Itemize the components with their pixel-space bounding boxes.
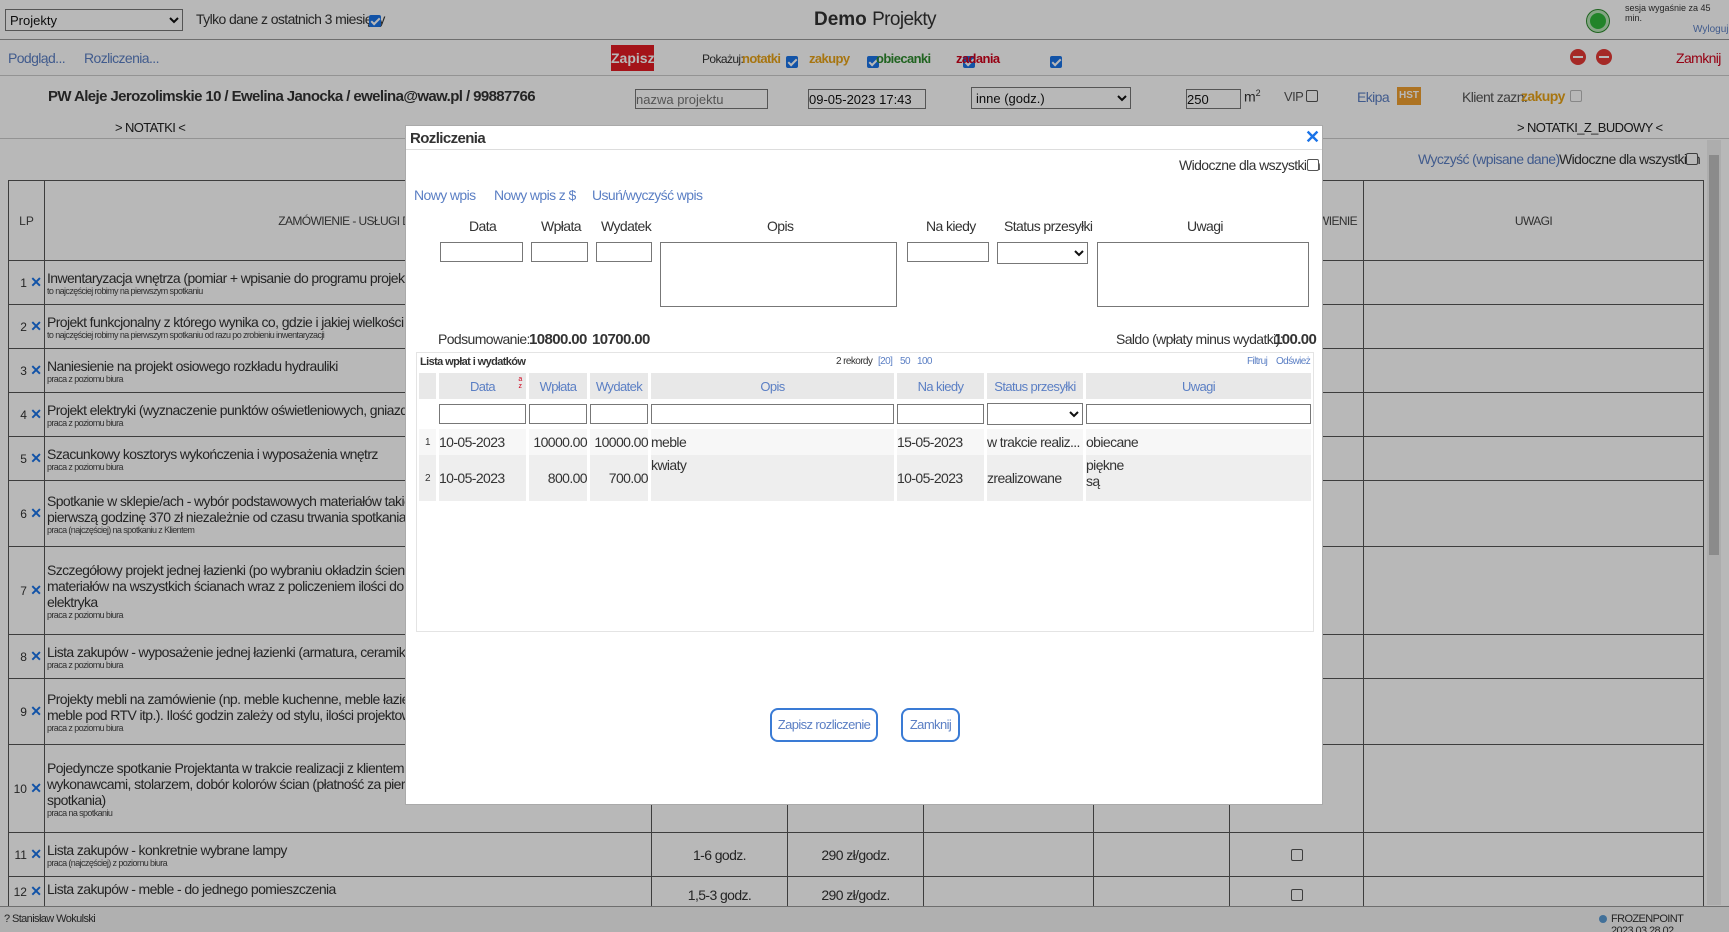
sort-az-icon[interactable]: a z bbox=[517, 376, 523, 390]
saldo-value: 100.00 bbox=[1274, 331, 1317, 348]
list-header-row: Data a z Wpłata Wydatek Opis Na kiedy Sta… bbox=[419, 373, 1311, 399]
filter-link[interactable]: Filtruj bbox=[1247, 356, 1268, 367]
list-col-status[interactable]: Status przesyłki bbox=[987, 373, 1083, 399]
list-row-num: 1 bbox=[419, 429, 436, 455]
filter-date-input[interactable] bbox=[439, 404, 526, 424]
list-row-in: 10000.00 bbox=[529, 429, 588, 455]
summary-label: Podsumowanie: bbox=[438, 331, 530, 347]
form-label-due: Na kiedy bbox=[926, 218, 976, 234]
refresh-link[interactable]: Odśwież bbox=[1276, 356, 1311, 367]
form-label-status: Status przesyłki bbox=[1004, 218, 1093, 234]
saldo-label: Saldo (wpłaty minus wydatki): bbox=[1116, 331, 1284, 347]
summary-out: 10700.00 bbox=[592, 331, 650, 348]
filter-notes-input[interactable] bbox=[1086, 404, 1311, 424]
list-filter-row bbox=[419, 399, 1311, 429]
due-input[interactable] bbox=[907, 242, 989, 262]
list-row-notes-line2: są bbox=[1086, 473, 1100, 489]
dialog-visible-all-label: Widoczne dla wszystkich bbox=[1179, 157, 1321, 173]
form-label-desc: Opis bbox=[767, 218, 794, 234]
page-size-20[interactable]: [20] bbox=[878, 356, 893, 367]
close-icon[interactable]: ✕ bbox=[1305, 127, 1320, 148]
list-row-desc: meble bbox=[651, 429, 894, 455]
dialog-header: Rozliczenia ✕ bbox=[406, 126, 1322, 150]
summary-in: 10800.00 bbox=[529, 331, 587, 348]
form-label-in: Wpłata bbox=[541, 218, 582, 234]
list-row-out: 700.00 bbox=[590, 455, 649, 501]
list-row-date: 10-05-2023 bbox=[439, 429, 526, 455]
save-settlement-button[interactable]: Zapisz rozliczenie bbox=[770, 708, 878, 742]
in-input[interactable] bbox=[531, 242, 588, 262]
date-input[interactable] bbox=[440, 242, 523, 262]
list-row-notes-line1: piękne bbox=[1086, 457, 1124, 473]
list-row-in: 800.00 bbox=[529, 455, 588, 501]
form-label-out: Wydatek bbox=[601, 218, 652, 234]
filter-out-input[interactable] bbox=[590, 404, 648, 424]
new-entry-link[interactable]: Nowy wpis bbox=[414, 187, 476, 203]
list-row[interactable]: 2 10-05-2023 800.00 700.00 kwiaty 10-05-… bbox=[419, 455, 1311, 501]
form-label-notes: Uwagi bbox=[1187, 218, 1224, 234]
list-row-status: zrealizowane bbox=[987, 455, 1083, 501]
list-row-notes: obiecane bbox=[1086, 429, 1311, 455]
delete-entry-link[interactable]: Usuń/wyczyść wpis bbox=[592, 187, 703, 203]
records-count: 2 rekordy bbox=[836, 356, 873, 367]
list-row-notes: piękne są bbox=[1086, 455, 1311, 501]
filter-status-select[interactable] bbox=[987, 403, 1083, 425]
page-size-50[interactable]: 50 bbox=[900, 356, 911, 367]
list-row-out: 10000.00 bbox=[590, 429, 649, 455]
dialog-title: Rozliczenia bbox=[410, 130, 486, 147]
list-col-in[interactable]: Wpłata bbox=[529, 373, 587, 399]
out-input[interactable] bbox=[596, 242, 652, 262]
list-col-date[interactable]: Data a z bbox=[439, 373, 526, 399]
list-row-num: 2 bbox=[419, 455, 436, 501]
status-select[interactable] bbox=[997, 242, 1088, 264]
list-row-due: 10-05-2023 bbox=[897, 455, 984, 501]
dialog-visible-all-checkbox[interactable] bbox=[1307, 159, 1319, 171]
list-col-out[interactable]: Wydatek bbox=[590, 373, 648, 399]
desc-textarea[interactable] bbox=[660, 242, 897, 307]
list-col-num bbox=[419, 373, 436, 399]
list-col-notes[interactable]: Uwagi bbox=[1086, 373, 1311, 399]
list-row-status: w trakcie realiz... bbox=[987, 429, 1083, 455]
dialog-close-button[interactable]: Zamknij bbox=[901, 708, 960, 742]
filter-desc-input[interactable] bbox=[651, 404, 894, 424]
page-size-100[interactable]: 100 bbox=[917, 356, 932, 367]
list-col-due[interactable]: Na kiedy bbox=[897, 373, 984, 399]
filter-in-input[interactable] bbox=[529, 404, 587, 424]
list-row[interactable]: 1 10-05-2023 10000.00 10000.00 meble 15-… bbox=[419, 429, 1311, 455]
filter-due-input[interactable] bbox=[897, 404, 984, 424]
new-entry-usd-link[interactable]: Nowy wpis z $ bbox=[494, 187, 576, 203]
list-row-date: 10-05-2023 bbox=[439, 455, 526, 501]
list-col-date-label: Data bbox=[469, 378, 496, 394]
settlements-dialog: Rozliczenia ✕ Widoczne dla wszystkich No… bbox=[405, 125, 1323, 805]
list-row-desc: kwiaty bbox=[651, 455, 894, 501]
list-col-desc[interactable]: Opis bbox=[651, 373, 894, 399]
notes-textarea[interactable] bbox=[1097, 242, 1309, 307]
list-row-due: 15-05-2023 bbox=[897, 429, 984, 455]
form-label-date: Data bbox=[469, 218, 497, 234]
settlements-list: Data a z Wpłata Wydatek Opis Na kiedy Sta… bbox=[416, 373, 1314, 501]
list-title: Lista wpłat i wydatków bbox=[420, 356, 526, 368]
